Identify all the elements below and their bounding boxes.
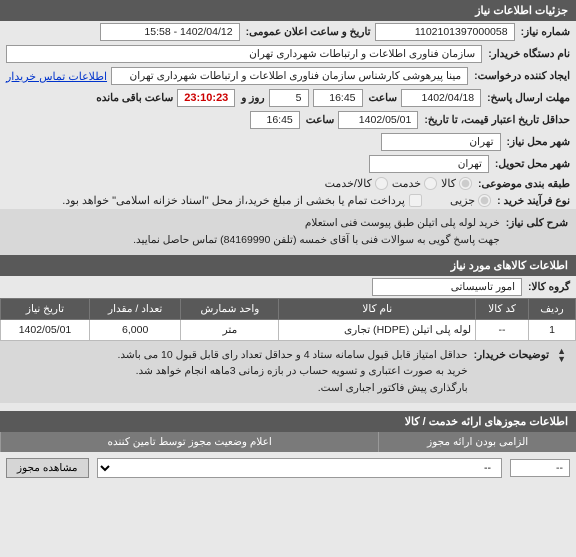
radio-goods (459, 177, 472, 190)
th-unit: واحد شمارش (181, 298, 279, 319)
label-buyer: نام دستگاه خریدار: (486, 48, 570, 60)
label-deadline: مهلت ارسال پاسخ: (485, 92, 570, 104)
service-header: اطلاعات مجوزهای ارائه خدمت / کالا (0, 411, 576, 432)
radio-ptype-small (478, 194, 491, 207)
th-date: تاریخ نیاز (1, 298, 90, 319)
goods-header: اطلاعات کالاهای مورد نیاز (0, 255, 576, 276)
cell-unit: متر (181, 319, 279, 340)
field-need-no: 1102101397000058 (375, 23, 515, 41)
th-name: نام کالا (279, 298, 476, 319)
label-announce-dt: تاریخ و ساعت اعلان عمومی: (244, 26, 371, 38)
cell-name: لوله پلی اتیلن (HDPE) تجاری (279, 319, 476, 340)
contact-link[interactable]: اطلاعات تماس خریدار (6, 70, 107, 83)
col-announce: اعلام وضعیت مجوز توسط تامین کننده (0, 432, 378, 452)
label-buyer-notes: توضیحات خریدار: (474, 347, 549, 364)
field-goods-group: امور تاسیساتی (372, 278, 522, 296)
scroll-updown-icon[interactable]: ▲ ▼ (555, 347, 568, 363)
label-desc: شرح کلی نیاز: (506, 215, 568, 249)
chevron-down-icon[interactable]: ▼ (557, 355, 566, 363)
th-idx: ردیف (528, 298, 575, 319)
field-deadline-time: 16:45 (313, 89, 363, 107)
label-category: طبقه بندی موضوعی: (476, 178, 570, 190)
notes-line2: خرید به صورت اعتباری و تسویه حساب در باز… (8, 363, 468, 380)
desc-line2: جهت پاسخ گویی به سوالات فنی با آقای خمسه… (8, 232, 500, 249)
label-ptype: نوع فرآیند خرید : (495, 195, 570, 207)
radio-both-label: کالا/خدمت (325, 177, 372, 190)
notes-line1: حداقل امتیاز قابل قبول سامانه ستاد 4 و ح… (8, 347, 468, 364)
label-time1: ساعت (367, 92, 398, 104)
radio-service (424, 177, 437, 190)
label-day-and: روز و (239, 92, 264, 104)
field-city-need: تهران (381, 133, 501, 151)
th-qty: تعداد / مقدار (89, 298, 180, 319)
label-city-need: شهر محل نیاز: (505, 136, 570, 148)
field-valid-date: 1402/05/01 (338, 111, 418, 129)
field-deadline-date: 1402/04/18 (401, 89, 481, 107)
label-min-valid: حداقل تاریخ اعتبار قیمت، تا تاریخ: (422, 114, 570, 126)
col-mandatory: الزامی بودن ارائه مجوز (378, 432, 576, 452)
th-code: کد کالا (476, 298, 529, 319)
goods-table: ردیف کد کالا نام کالا واحد شمارش تعداد /… (0, 298, 576, 341)
field-buyer: سازمان فناوری اطلاعات و ارتباطات شهرداری… (6, 45, 482, 63)
status-select[interactable]: -- (97, 458, 502, 478)
label-remain: ساعت باقی مانده (94, 92, 173, 104)
radio-goods-label: کالا (441, 177, 456, 190)
label-requester: ایجاد کننده درخواست: (472, 70, 570, 82)
field-days-remain: 5 (269, 89, 309, 107)
payment-note: پرداخت تمام یا بخشی از مبلغ خرید،از محل … (62, 194, 405, 207)
label-city-deliver: شهر محل تحویل: (493, 158, 570, 170)
footer-columns: الزامی بودن ارائه مجوز اعلام وضعیت مجوز … (0, 432, 576, 452)
table-row: 1 -- لوله پلی اتیلن (HDPE) تجاری متر 6,0… (1, 319, 576, 340)
radio-service-label: خدمت (392, 177, 421, 190)
radio-ptype-small-label: جزیی (450, 194, 475, 207)
field-requester: مینا پیرهوشی کارشناس سازمان فناوری اطلاع… (111, 67, 468, 85)
field-mandatory-val: -- (510, 459, 570, 477)
notes-line3: بارگذاری پیش فاکتور اجباری است. (8, 380, 468, 397)
cell-code: -- (476, 319, 529, 340)
label-need-no: شماره نیاز: (519, 26, 570, 38)
checkbox-payment (409, 194, 422, 207)
field-city-deliver: تهران (369, 155, 489, 173)
view-license-button[interactable]: مشاهده مجوز (6, 458, 89, 478)
cell-idx: 1 (528, 319, 575, 340)
field-announce-dt: 1402/04/12 - 15:58 (100, 23, 240, 41)
cell-qty: 6,000 (89, 319, 180, 340)
cell-date: 1402/05/01 (1, 319, 90, 340)
radio-both (375, 177, 388, 190)
field-valid-time: 16:45 (250, 111, 300, 129)
label-time2: ساعت (304, 114, 335, 126)
desc-line1: خرید لوله پلی اتیلن طبق پیوست فنی استعلا… (8, 215, 500, 232)
countdown: 23:10:23 (177, 89, 235, 107)
main-header: جزئیات اطلاعات نیاز (0, 0, 576, 21)
label-goods-group: گروه کالا: (526, 281, 570, 293)
